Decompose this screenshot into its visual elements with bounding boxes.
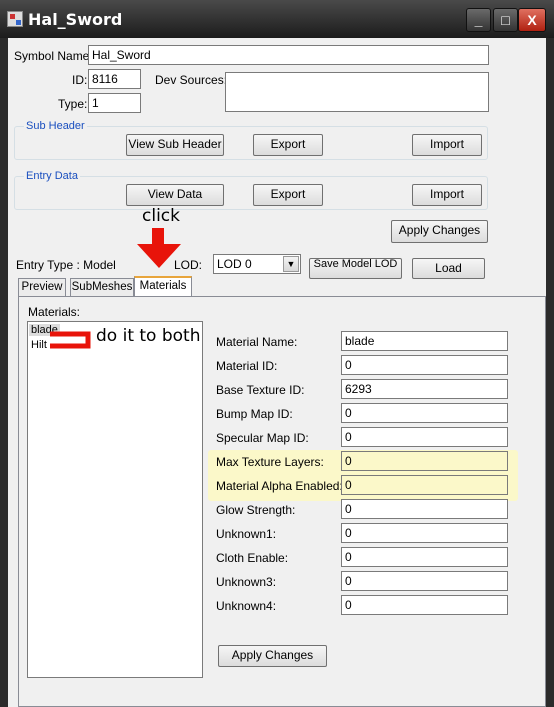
materials-list-label: Materials:: [28, 305, 81, 319]
dev-sources-label: Dev Sources:: [155, 73, 228, 87]
sub-header-export-button[interactable]: Export: [253, 134, 323, 156]
symbol-name-input[interactable]: Hal_Sword: [88, 45, 489, 65]
property-label: Material Alpha Enabled:: [216, 479, 343, 493]
materials-listbox[interactable]: blade Hilt: [27, 321, 203, 678]
cloth-enable-input[interactable]: 0: [341, 547, 508, 567]
down-arrow-annotation-icon: [137, 228, 181, 268]
entry-type-label: Entry Type : Model: [16, 258, 116, 272]
property-label: Material Name:: [216, 335, 298, 349]
sub-header-import-button[interactable]: Import: [412, 134, 482, 156]
app-icon: [7, 11, 23, 27]
click-annotation: click: [142, 206, 180, 226]
property-label: Base Texture ID:: [216, 383, 305, 397]
view-sub-header-button[interactable]: View Sub Header: [126, 134, 224, 156]
property-label: Specular Map ID:: [216, 431, 309, 445]
specular-map-id-input[interactable]: 0: [341, 427, 508, 447]
property-label: Bump Map ID:: [216, 407, 293, 421]
view-data-button[interactable]: View Data: [126, 184, 224, 206]
do-it-annotation: do it to both: [96, 326, 201, 346]
chevron-down-icon[interactable]: ▼: [283, 256, 299, 272]
materials-tab-page: Materials: blade Hilt Material Name: bla…: [18, 296, 546, 707]
save-model-lod-button[interactable]: Save Model LOD: [309, 258, 402, 279]
entry-data-export-button[interactable]: Export: [253, 184, 323, 206]
type-input[interactable]: 1: [88, 93, 141, 113]
property-label: Unknown4:: [216, 599, 277, 613]
material-alpha-enabled-input[interactable]: 0: [341, 475, 508, 495]
id-label: ID:: [72, 73, 88, 87]
property-label: Unknown1:: [216, 527, 277, 541]
load-button[interactable]: Load: [412, 258, 485, 279]
property-label: Max Texture Layers:: [216, 455, 324, 469]
unknown1-input[interactable]: 0: [341, 523, 508, 543]
application-window: Hal_Sword _ □ X Symbol Name: Hal_Sword I…: [0, 0, 554, 707]
sub-header-title: Sub Header: [24, 120, 87, 132]
glow-strength-input[interactable]: 0: [341, 499, 508, 519]
tab-materials[interactable]: Materials: [134, 276, 192, 297]
material-name-input[interactable]: blade: [341, 331, 508, 351]
unknown3-input[interactable]: 0: [341, 571, 508, 591]
property-label: Material ID:: [216, 359, 278, 373]
apply-changes-button[interactable]: Apply Changes: [218, 645, 327, 667]
apply-changes-top-button[interactable]: Apply Changes: [391, 220, 488, 243]
base-texture-id-input[interactable]: 6293: [341, 379, 508, 399]
property-label: Glow Strength:: [216, 503, 296, 517]
material-id-input[interactable]: 0: [341, 355, 508, 375]
entry-data-import-button[interactable]: Import: [412, 184, 482, 206]
unknown4-input[interactable]: 0: [341, 595, 508, 615]
max-texture-layers-input[interactable]: 0: [341, 451, 508, 471]
id-input[interactable]: 8116: [88, 69, 141, 89]
entry-data-title: Entry Data: [24, 170, 80, 182]
property-label: Unknown3:: [216, 575, 277, 589]
maximize-button[interactable]: □: [493, 8, 518, 32]
bump-map-id-input[interactable]: 0: [341, 403, 508, 423]
lod-select[interactable]: LOD 0 ▼: [213, 254, 301, 274]
dev-sources-input[interactable]: [225, 72, 489, 112]
minimize-button[interactable]: _: [466, 8, 491, 32]
lod-select-value: LOD 0: [217, 257, 252, 271]
close-button[interactable]: X: [518, 8, 546, 32]
tab-preview[interactable]: Preview: [18, 278, 66, 297]
property-label: Cloth Enable:: [216, 551, 289, 565]
bracket-annotation-icon: [50, 331, 91, 349]
title-bar[interactable]: Hal_Sword _ □ X: [0, 0, 554, 38]
symbol-name-label: Symbol Name:: [14, 49, 93, 63]
client-area: Symbol Name: Hal_Sword ID: 8116 Type: 1 …: [8, 38, 546, 707]
tab-submeshes[interactable]: SubMeshes: [70, 278, 134, 297]
window-title: Hal_Sword: [28, 10, 123, 29]
type-label: Type:: [58, 97, 88, 111]
